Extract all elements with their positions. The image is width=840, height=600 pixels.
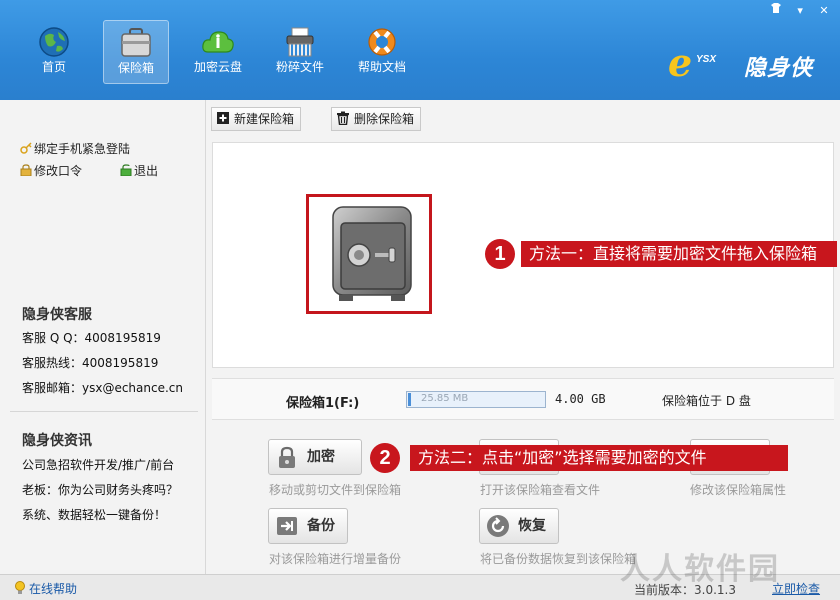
unlock-icon [120,164,132,177]
open-description: 打开该保险箱查看文件 [480,483,601,497]
properties-description: 修改该保险箱属性 [690,483,787,497]
news-item[interactable]: 系统、数据轻松一键备份！ [22,506,166,523]
restore-description: 将已备份数据恢复到该保险箱 [480,552,637,566]
vault-name: 保险箱1(F:) [286,396,360,411]
service-hotline: 客服热线：4008195819 [22,356,159,370]
backup-button[interactable]: 备份 [268,508,348,544]
service-title: 隐身侠客服 [22,307,92,323]
vault-usage-bar: 25.85 MB [406,391,546,408]
hint-number-one: 1 [485,239,515,269]
encrypt-label: 加密 [307,449,335,465]
nav-home-label: 首页 [41,60,66,74]
service-email: 客服邮箱：ysx@echance.cn [22,381,183,395]
lifebuoy-icon [365,26,399,58]
new-vault-button[interactable]: 新建保险箱 [211,107,302,131]
hint-number-two: 2 [370,443,400,473]
vault-drop-area[interactable]: 1 方法一：直接将需要加密文件拖入保险箱 [212,142,837,368]
change-password-label: 修改口令 [34,164,83,178]
safe-icon [119,27,153,59]
lock-icon [275,445,299,469]
news-title: 隐身侠资讯 [22,433,92,449]
online-help-link[interactable]: 在线帮助 [14,580,77,597]
brand-logo: e YSX 隐身侠 [668,40,834,85]
key-icon [20,142,32,154]
bind-phone-link[interactable]: 绑定手机紧急登陆 [20,140,130,157]
nav-help-docs-label: 帮助文档 [357,60,406,74]
nav-cloud[interactable]: 加密云盘 [185,20,251,84]
window-controls: ▾ ✕ [766,2,834,18]
restore-button[interactable]: 恢复 [479,508,559,544]
lock-icon [20,164,32,177]
backup-icon [275,514,299,538]
nav-shredder-label: 粉碎文件 [275,60,324,74]
vault-location: 保险箱位于 D 盘 [662,394,751,408]
vault-used: 25.85 MB [421,393,469,404]
cloud-icon [201,26,235,58]
nav-safe-label: 保险箱 [117,61,154,75]
logout-link[interactable]: 退出 [120,162,158,179]
method-one-hint: 1 方法一：直接将需要加密文件拖入保险箱 [485,239,837,269]
nav-home[interactable]: 首页 [21,20,87,84]
delete-vault-label: 删除保险箱 [354,112,415,126]
watermark: 人人软件园 [620,552,780,587]
shredder-icon [283,26,317,58]
sidebar-divider [10,411,198,412]
brand-name: 隐身侠 [744,56,814,81]
trash-icon [336,110,350,126]
online-help-label: 在线帮助 [29,582,78,596]
nav-cloud-label: 加密云盘 [193,60,242,74]
backup-label: 备份 [307,518,335,534]
vault-capacity: 4.00 GB [555,392,606,406]
safe-drop-target[interactable] [306,194,432,314]
globe-icon [37,26,71,58]
safe-icon [332,206,412,301]
bind-phone-label: 绑定手机紧急登陆 [34,142,131,156]
vault-usage-fill [408,393,411,406]
nav-safe[interactable]: 保险箱 [103,20,169,84]
restore-label: 恢复 [518,518,546,534]
change-password-link[interactable]: 修改口令 [20,162,82,179]
brand-tag: YSX [696,54,717,65]
plus-icon [216,110,230,124]
vault-toolbar: 新建保险箱 删除保险箱 [206,100,840,140]
method-two-hint: 2 方法二：点击“加密”选择需要加密的文件 [370,443,790,473]
news-item[interactable]: 公司急招软件开发/推广/前台 [22,456,174,473]
skin-icon[interactable] [766,2,786,18]
nav-help-docs[interactable]: 帮助文档 [349,20,415,84]
encrypt-description: 移动或剪切文件到保险箱 [269,483,402,497]
sidebar: 绑定手机紧急登陆 修改口令 退出 隐身侠客服 客服 Q Q：4008195819… [0,100,206,574]
backup-description: 对该保险箱进行增量备份 [269,552,402,566]
minimize-button[interactable]: ▾ [790,3,810,19]
vault-info-bar: 保险箱1(F:) 25.85 MB 4.00 GB 保险箱位于 D 盘 [212,378,834,420]
service-qq: 客服 Q Q：4008195819 [22,331,161,345]
delete-vault-button[interactable]: 删除保险箱 [331,107,422,131]
restore-icon [486,514,510,538]
nav-shredder[interactable]: 粉碎文件 [267,20,333,84]
new-vault-label: 新建保险箱 [234,112,295,126]
brand-e: e [668,40,693,85]
close-button[interactable]: ✕ [814,3,834,19]
logout-label: 退出 [134,164,159,178]
method-one-text: 方法一：直接将需要加密文件拖入保险箱 [521,241,837,267]
news-item[interactable]: 老板：你为公司财务头疼吗？ [22,481,178,498]
encrypt-button[interactable]: 加密 [268,439,362,475]
top-navigation-bar: ▾ ✕ 首页 保险箱 加密云盘 粉碎文件 帮助文档 e YSX 隐身侠 [0,0,840,100]
method-two-text: 方法二：点击“加密”选择需要加密的文件 [410,445,788,471]
lightbulb-icon [14,581,26,595]
